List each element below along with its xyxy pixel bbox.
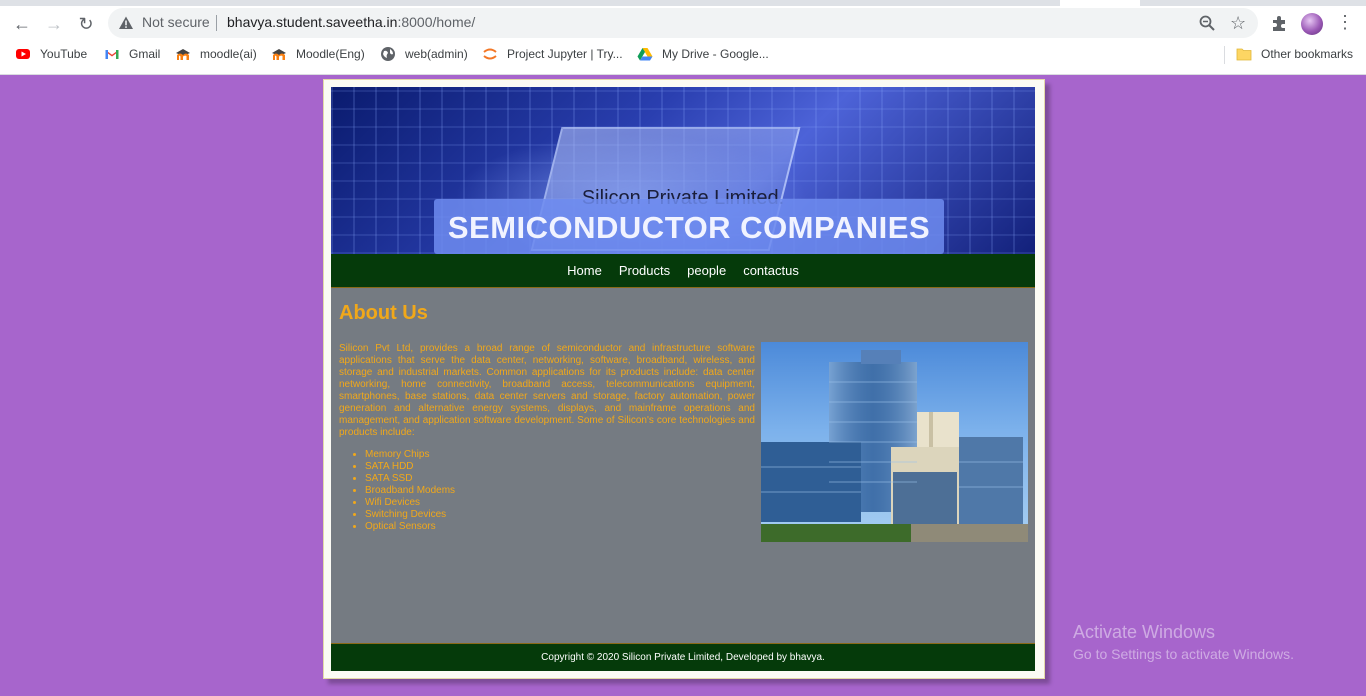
profile-avatar-icon[interactable] bbox=[1301, 13, 1323, 35]
nav-home[interactable]: Home bbox=[567, 263, 602, 278]
bookmark-label: Project Jupyter | Try... bbox=[507, 47, 623, 61]
nav-products[interactable]: Products bbox=[619, 263, 670, 278]
page-container: Silicon Private Limited. SEMICONDUCTOR C… bbox=[323, 79, 1045, 679]
address-bar[interactable]: Not secure bhavya.student.saveetha.in:80… bbox=[108, 8, 1258, 38]
url-text[interactable]: bhavya.student.saveetha.in:8000/home/ bbox=[227, 14, 475, 30]
bookmark-gmail[interactable]: Gmail bbox=[104, 46, 160, 62]
bookmark-moodle-ai[interactable]: moodle(ai) bbox=[175, 46, 257, 62]
bookmark-jupyter[interactable]: Project Jupyter | Try... bbox=[482, 46, 623, 62]
extensions-icon[interactable] bbox=[1270, 14, 1288, 32]
list-item: Switching Devices bbox=[365, 509, 455, 521]
about-heading: About Us bbox=[339, 302, 428, 324]
omnibox-divider bbox=[216, 15, 217, 31]
folder-icon bbox=[1236, 46, 1252, 62]
gmail-icon bbox=[104, 46, 120, 62]
jupyter-icon bbox=[482, 46, 498, 62]
bookmark-label: Moodle(Eng) bbox=[296, 47, 365, 61]
globe-icon bbox=[380, 46, 396, 62]
warning-icon[interactable] bbox=[118, 15, 134, 31]
footer: Copyright © 2020 Silicon Private Limited… bbox=[331, 643, 1035, 671]
reload-icon[interactable]: ↻ bbox=[72, 10, 100, 38]
url-host: bhavya.student.saveetha.in bbox=[227, 14, 398, 30]
other-bookmarks-label: Other bookmarks bbox=[1261, 47, 1354, 61]
banner-heading: SEMICONDUCTOR COMPANIES bbox=[447, 210, 931, 245]
about-paragraph: Silicon Pvt Ltd, provides a broad range … bbox=[339, 343, 755, 438]
nav-people[interactable]: people bbox=[687, 263, 726, 278]
list-item: SATA HDD bbox=[365, 461, 455, 473]
bookmarks-bar: YouTube Gmail moodle(ai) Moodle(Eng) web… bbox=[0, 42, 1366, 68]
other-bookmarks[interactable]: Other bookmarks bbox=[1236, 46, 1353, 62]
url-path: :8000/home/ bbox=[397, 14, 476, 30]
bookmark-moodle-eng[interactable]: Moodle(Eng) bbox=[271, 46, 365, 62]
bookmark-label: web(admin) bbox=[405, 47, 468, 61]
main-content: About Us Silicon Pvt Ltd, provides a bro… bbox=[331, 288, 1035, 643]
bookmark-label: Gmail bbox=[129, 47, 161, 61]
bookmark-label: moodle(ai) bbox=[200, 47, 257, 61]
watermark-subtitle: Go to Settings to activate Windows. bbox=[1073, 646, 1294, 662]
bookmark-youtube[interactable]: YouTube bbox=[15, 46, 87, 62]
back-icon[interactable]: ← bbox=[8, 10, 36, 38]
forward-icon[interactable]: → bbox=[40, 10, 68, 38]
bookmark-star-icon[interactable]: ☆ bbox=[1230, 13, 1246, 34]
moodle-icon bbox=[175, 46, 191, 62]
youtube-icon bbox=[15, 46, 31, 62]
google-drive-icon bbox=[637, 46, 653, 62]
bookmark-web-admin[interactable]: web(admin) bbox=[380, 46, 468, 62]
list-item: Memory Chips bbox=[365, 449, 455, 461]
zoom-icon[interactable] bbox=[1198, 14, 1216, 32]
browser-chrome: ← → ↻ Not secure bhavya.student.saveetha… bbox=[0, 0, 1366, 75]
activate-windows-watermark: Activate Windows Go to Settings to activ… bbox=[1073, 622, 1294, 662]
security-label[interactable]: Not secure bbox=[142, 14, 210, 30]
moodle-icon bbox=[271, 46, 287, 62]
more-menu-icon[interactable]: ⋮ bbox=[1336, 12, 1354, 33]
bookmark-label: YouTube bbox=[40, 47, 88, 61]
products-list: Memory Chips SATA HDD SATA SSD Broadband… bbox=[339, 449, 455, 533]
list-item: Wifi Devices bbox=[365, 497, 455, 509]
bookmark-google-drive[interactable]: My Drive - Google... bbox=[637, 46, 769, 62]
list-item: Broadband Modems bbox=[365, 485, 455, 497]
navigation-bar: ← → ↻ Not secure bhavya.student.saveetha… bbox=[0, 6, 1366, 40]
main-nav: Home Products people contactus bbox=[331, 254, 1035, 288]
nav-contactus[interactable]: contactus bbox=[743, 263, 799, 278]
bookmarks-divider bbox=[1224, 46, 1225, 64]
building-photo bbox=[761, 342, 1028, 542]
bookmark-label: My Drive - Google... bbox=[662, 47, 769, 61]
list-item: Optical Sensors bbox=[365, 521, 455, 533]
list-item: SATA SSD bbox=[365, 473, 455, 485]
watermark-title: Activate Windows bbox=[1073, 622, 1216, 642]
header-banner: Silicon Private Limited. SEMICONDUCTOR C… bbox=[331, 87, 1035, 254]
